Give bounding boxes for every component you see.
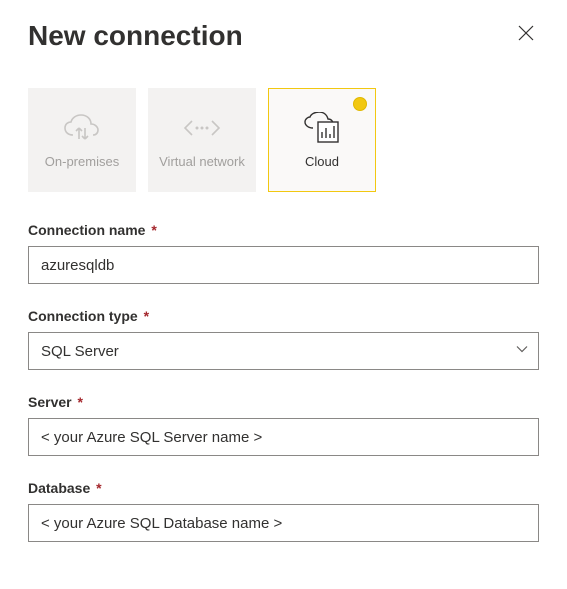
cloud-sync-icon [62, 110, 102, 146]
tile-label: Cloud [305, 154, 339, 171]
label-text: Database [28, 480, 90, 496]
connection-kind-tiles: On-premises Virtual network [28, 88, 539, 192]
field-server: Server * [28, 394, 539, 456]
required-marker: * [96, 480, 101, 496]
connection-type-select[interactable]: SQL Server [28, 332, 539, 370]
server-input[interactable] [28, 418, 539, 456]
label-text: Connection name [28, 222, 145, 238]
field-label: Server * [28, 394, 539, 410]
tile-virtual-network[interactable]: Virtual network [148, 88, 256, 192]
close-icon [517, 24, 535, 42]
label-text: Server [28, 394, 72, 410]
required-marker: * [151, 222, 156, 238]
close-button[interactable] [513, 20, 539, 46]
field-database: Database * [28, 480, 539, 542]
label-text: Connection type [28, 308, 138, 324]
cloud-report-icon [302, 110, 342, 146]
field-label: Connection type * [28, 308, 539, 324]
field-label: Connection name * [28, 222, 539, 238]
tile-label: On-premises [45, 154, 119, 171]
required-marker: * [144, 308, 149, 324]
tile-label: Virtual network [159, 154, 245, 171]
select-value: SQL Server [28, 332, 539, 370]
dialog-header: New connection [28, 20, 539, 52]
field-label: Database * [28, 480, 539, 496]
dialog-title: New connection [28, 20, 243, 52]
field-connection-name: Connection name * [28, 222, 539, 284]
virtual-network-icon [182, 110, 222, 146]
database-input[interactable] [28, 504, 539, 542]
tile-on-premises[interactable]: On-premises [28, 88, 136, 192]
required-marker: * [77, 394, 82, 410]
tile-cloud[interactable]: Cloud [268, 88, 376, 192]
connection-name-input[interactable] [28, 246, 539, 284]
field-connection-type: Connection type * SQL Server [28, 308, 539, 370]
selected-indicator-icon [353, 97, 367, 111]
